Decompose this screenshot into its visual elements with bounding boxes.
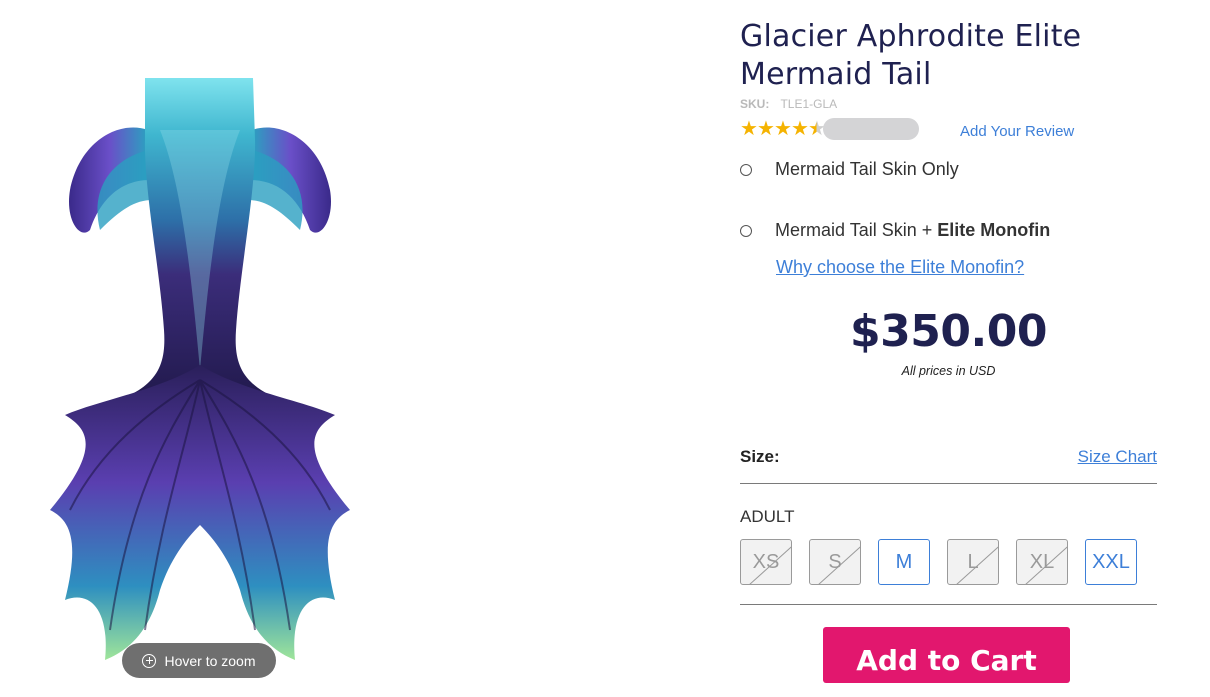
sku-value: TLE1-GLA	[780, 97, 838, 111]
size-option-s[interactable]: S	[809, 539, 861, 585]
size-group-label: ADULT	[740, 507, 795, 526]
star-icon: ★	[791, 118, 809, 140]
product-sku: SKU: TLE1-GLA	[740, 97, 837, 111]
add-to-cart-button[interactable]: Add to Cart	[823, 627, 1070, 683]
product-gallery: Hover to zoom	[0, 0, 700, 697]
option-skin-monofin[interactable]: Mermaid Tail Skin + Elite Monofin	[740, 220, 1050, 241]
option-label-bold: Elite Monofin	[937, 220, 1051, 240]
product-rating[interactable]: ★ ★ ★ ★ ★	[740, 118, 919, 140]
star-icon: ★	[774, 118, 792, 140]
hover-to-zoom-hint[interactable]: Hover to zoom	[122, 643, 276, 678]
size-option-xxl[interactable]: XXL	[1085, 539, 1137, 585]
size-option-l[interactable]: L	[947, 539, 999, 585]
star-icon: ★	[740, 118, 758, 140]
size-option-xs[interactable]: XS	[740, 539, 792, 585]
size-option-m[interactable]: M	[878, 539, 930, 585]
why-monofin-link[interactable]: Why choose the Elite Monofin?	[776, 257, 1024, 278]
size-label: Size:	[740, 447, 780, 466]
sku-label: SKU:	[740, 97, 770, 111]
divider	[740, 483, 1157, 484]
rating-stars: ★ ★ ★ ★ ★	[740, 118, 826, 140]
divider	[740, 604, 1157, 605]
product-price: $350.00	[850, 306, 1047, 357]
add-review-link[interactable]: Add Your Review	[960, 123, 1074, 140]
size-chart-link[interactable]: Size Chart	[1078, 447, 1157, 467]
option-label-prefix: Mermaid Tail Skin +	[775, 220, 938, 240]
size-selector: XS S M L XL XXL	[740, 539, 1137, 585]
size-option-xl[interactable]: XL	[1016, 539, 1068, 585]
radio-button[interactable]	[740, 163, 752, 176]
radio-button[interactable]	[740, 224, 752, 237]
review-count-redacted	[823, 118, 919, 140]
price-currency-note: All prices in USD	[901, 364, 996, 378]
zoom-hint-label: Hover to zoom	[164, 652, 256, 669]
product-title: Glacier Aphrodite Elite Mermaid Tail	[740, 19, 1082, 92]
zoom-in-icon	[142, 653, 157, 668]
star-icon: ★	[757, 118, 775, 140]
option-label: Mermaid Tail Skin Only	[775, 159, 959, 179]
option-skin-only[interactable]: Mermaid Tail Skin Only	[740, 159, 959, 180]
mermaid-tail-image[interactable]	[40, 70, 360, 675]
